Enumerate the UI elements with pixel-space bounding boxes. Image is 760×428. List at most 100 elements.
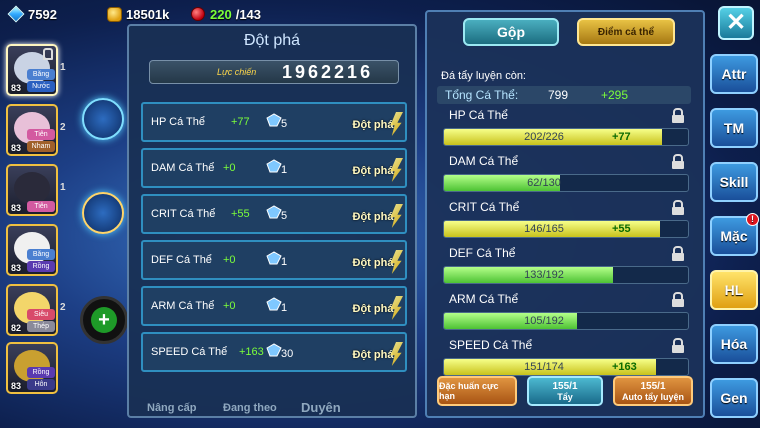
stat-row: HP Cá Thể 202/226 +77 (443, 106, 691, 150)
pet-card[interactable]: 83 Tiên (6, 164, 58, 216)
combat-power: Lực chiến 1962216 (149, 60, 399, 84)
breakthrough-button[interactable]: Đột phá (343, 298, 403, 320)
stat-row: CRIT Cá Thể 146/165 +55 (443, 198, 691, 242)
stat-row: DAM Cá Thể 62/130 (443, 152, 691, 196)
pet-slot-number: 2 (60, 122, 66, 133)
wash-button[interactable]: 155/1 Tẩy (527, 376, 603, 406)
pet-type-tag: Hôn (27, 379, 55, 390)
stat-name: ARM Cá Thể (151, 300, 215, 312)
breakthrough-row: DEF Cá Thể +0 1 Đột phá (141, 240, 407, 280)
breakthrough-panel: Đột phá Lực chiến 1962216 HP Cá Thể +77 … (127, 24, 417, 418)
material-count: 1 (281, 164, 288, 176)
tab-upgrade[interactable]: Nâng cấp (147, 402, 197, 414)
side-tab-hl[interactable]: HL (710, 270, 758, 310)
breakthrough-row: DAM Cá Thể +0 1 Đột phá (141, 148, 407, 188)
material-count: 30 (281, 348, 294, 360)
pet-card[interactable]: 83 Băng Rồng (6, 224, 58, 276)
stat-name: SPEED Cá Thể (449, 338, 533, 352)
stat-progress-bar: 133/192 (443, 266, 689, 284)
side-tab-attr[interactable]: Attr (710, 54, 758, 94)
lock-icon[interactable] (672, 200, 684, 215)
stat-name: DAM Cá Thể (449, 154, 519, 168)
total-bonus: +295 (601, 88, 629, 102)
bottom-tabs: Nâng cấp Đang theo Duyên (129, 386, 415, 418)
lock-icon[interactable] (672, 108, 684, 123)
side-tab-mac[interactable]: Mặc ! (710, 213, 759, 256)
stat-name: DEF Cá Thể (151, 254, 212, 266)
total-label: Tổng Cá Thể: (445, 88, 519, 102)
stat-row: SPEED Cá Thể 151/174 +163 (443, 336, 691, 380)
material-count: 1 (281, 256, 288, 268)
stat-name: CRIT Cá Thể (151, 208, 216, 220)
side-tab-tm[interactable]: TM (710, 108, 758, 148)
breakthrough-button[interactable]: Đột phá (343, 160, 403, 182)
tab-individual-points[interactable]: Điểm cá thể (577, 18, 675, 46)
material-count: 5 (281, 118, 288, 130)
stat-bonus: +55 (612, 223, 631, 235)
auto-wash-button[interactable]: 155/1 Auto tẩy luyện (613, 376, 693, 406)
lock-icon[interactable] (672, 246, 684, 261)
plus-icon: + (91, 307, 117, 333)
stat-bonus: +163 (612, 361, 637, 373)
lock-bag-icon[interactable] (82, 192, 124, 234)
auto-wash-label: Auto tẩy luyện (621, 391, 684, 402)
stat-name: SPEED Cá Thể (151, 346, 228, 358)
wash-count: 155/1 (552, 380, 578, 392)
pet-type-tag: Tiên (27, 129, 55, 140)
side-tab-skill[interactable]: Skill (710, 162, 758, 202)
stat-progress-bar: 146/165 +55 (443, 220, 689, 238)
combat-power-value: 1962216 (282, 62, 374, 82)
total-value: 799 (548, 88, 569, 102)
stat-value: 133/192 (524, 269, 564, 281)
combat-power-label: Lực chiến (217, 67, 257, 77)
close-button[interactable]: ✕ (718, 6, 754, 40)
pet-level: 83 (11, 381, 22, 391)
add-pet-button[interactable]: + (80, 296, 128, 344)
tab-merge[interactable]: Gộp (463, 18, 559, 46)
pet-level: 83 (11, 203, 22, 213)
gold-coin-icon (106, 6, 122, 22)
tab-following[interactable]: Đang theo (223, 402, 277, 414)
pet-type-tag: Tiên (27, 201, 55, 212)
gold-counter: 18501k (106, 4, 169, 24)
lock-icon[interactable] (672, 292, 684, 307)
breakthrough-button[interactable]: Đột phá (343, 344, 403, 366)
stat-value: 105/192 (524, 315, 564, 327)
auto-wash-count: 155/1 (640, 380, 666, 392)
tab-bond[interactable]: Duyên (301, 400, 341, 415)
item-egg-icon[interactable] (82, 98, 124, 140)
training-panel: Gộp Điểm cá thể Đá tẩy luyện còn: Tổng C… (425, 10, 705, 418)
stat-bonus: +0 (223, 254, 236, 266)
pet-type-tag: Thép (27, 321, 55, 332)
stat-value: 62/130 (527, 177, 561, 189)
lock-icon[interactable] (672, 154, 684, 169)
pet-card[interactable]: 82 Siêu Thép (6, 284, 58, 336)
pet-card[interactable]: 83 Băng Nước (6, 44, 58, 96)
side-tab-label: Mặc (720, 228, 748, 244)
breakthrough-button[interactable]: Đột phá (343, 114, 403, 136)
breakthrough-button[interactable]: Đột phá (343, 206, 403, 228)
stat-bonus: +55 (231, 208, 250, 220)
stat-progress-bar: 202/226 +77 (443, 128, 689, 146)
apple-icon (190, 6, 206, 22)
breakthrough-button[interactable]: Đột phá (343, 252, 403, 274)
special-training-label: Đặc huấn cực hạn (439, 381, 499, 401)
lock-icon (43, 48, 53, 60)
notification-badge: ! (746, 213, 759, 226)
special-training-button[interactable]: Đặc huấn cực hạn (437, 376, 517, 406)
stat-progress-bar: 62/130 (443, 174, 689, 192)
breakthrough-row: ARM Cá Thể +0 1 Đột phá (141, 286, 407, 326)
lock-icon[interactable] (672, 338, 684, 353)
breakthrough-row: CRIT Cá Thể +55 5 Đột phá (141, 194, 407, 234)
pet-level: 83 (11, 263, 22, 273)
side-tab-hoa[interactable]: Hóa (710, 324, 758, 364)
stat-progress-bar: 151/174 +163 (443, 358, 689, 376)
diamond-value: 7592 (28, 6, 57, 22)
stamina-counter: 220/143 (190, 4, 261, 24)
material-count: 5 (281, 210, 288, 222)
pet-card[interactable]: 83 Tiên Nham (6, 104, 58, 156)
side-tab-gen[interactable]: Gen (710, 378, 758, 418)
remaining-stones-label: Đá tẩy luyện còn: (441, 70, 526, 82)
pet-type-tag: Siêu (27, 309, 55, 320)
pet-card[interactable]: 83 Rồng Hôn (6, 342, 58, 394)
